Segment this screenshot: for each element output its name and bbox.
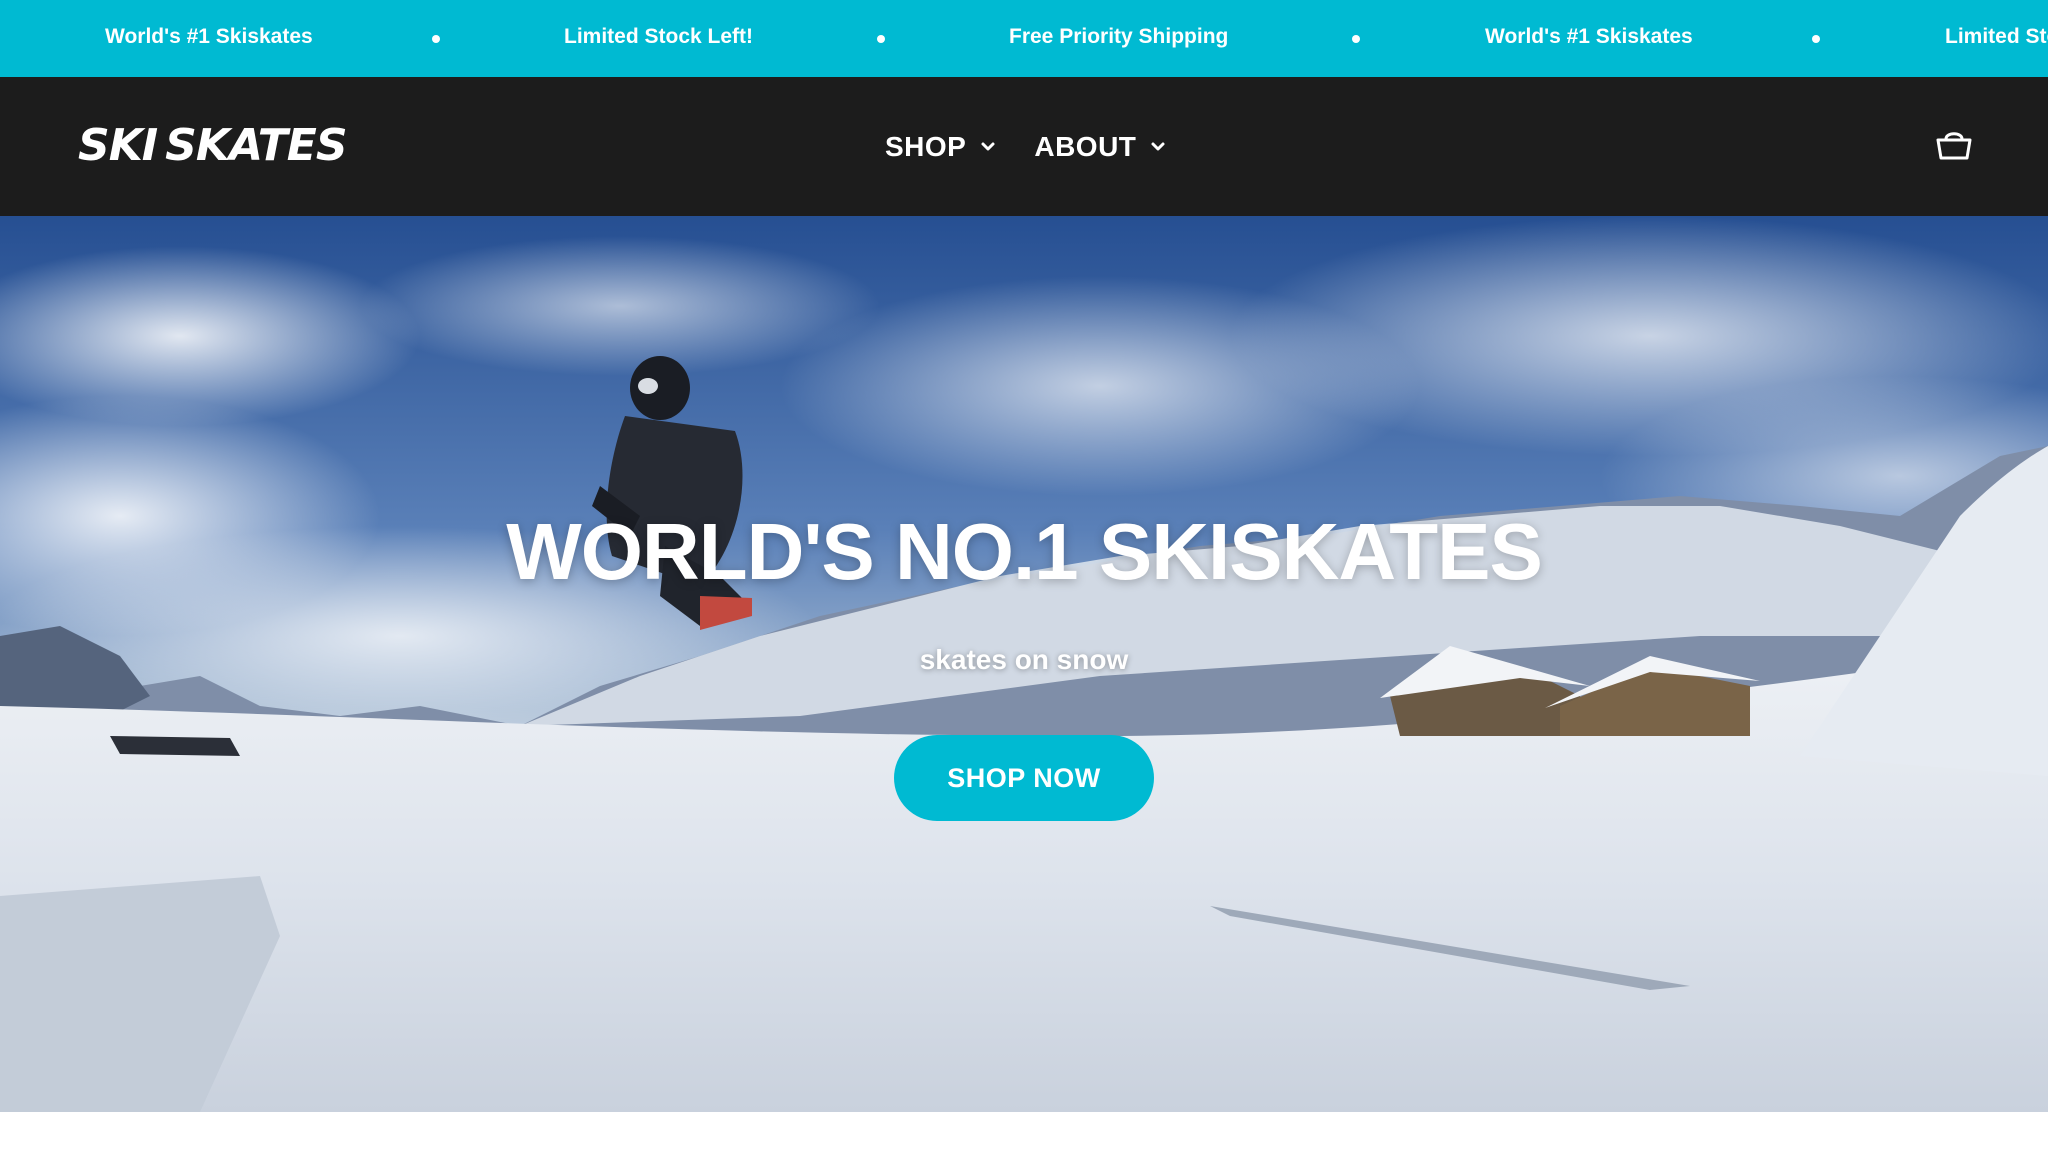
separator-dot-icon bbox=[1352, 35, 1360, 43]
logo-part-ski: SKI bbox=[78, 120, 158, 171]
announcement-item: Free Priority Shipping bbox=[1009, 25, 1229, 48]
hero-banner: WORLD'S NO.1 SKISKATES skates on snow SH… bbox=[0, 216, 2048, 1112]
nav-shop[interactable]: SHOP bbox=[885, 131, 996, 163]
chevron-down-icon bbox=[1151, 142, 1165, 151]
brand-logo[interactable]: SKI SKATES bbox=[78, 120, 348, 171]
chevron-down-icon bbox=[981, 142, 995, 151]
announcement-item: Limited Stock Left! bbox=[564, 25, 754, 48]
site-header: SKI SKATES SHOP ABOUT bbox=[0, 77, 2048, 216]
shop-now-button[interactable]: SHOP NOW bbox=[894, 735, 1154, 821]
hero-subtitle: skates on snow bbox=[919, 644, 1129, 675]
separator-dot-icon bbox=[877, 35, 885, 43]
basket-icon[interactable] bbox=[1934, 125, 1974, 165]
nav-shop-label: SHOP bbox=[885, 131, 967, 162]
main-nav: SHOP ABOUT bbox=[885, 127, 1166, 167]
separator-dot-icon bbox=[1812, 35, 1820, 43]
announcement-item: Limited Stock Left! bbox=[1945, 25, 2048, 48]
announcement-track: World's #1 Skiskates Limited Stock Left!… bbox=[0, 0, 2048, 77]
hero-title: WORLD'S NO.1 SKISKATES bbox=[506, 507, 1543, 596]
announcement-bar: World's #1 Skiskates Limited Stock Left!… bbox=[0, 0, 2048, 77]
nav-about-label: ABOUT bbox=[1034, 131, 1137, 162]
separator-dot-icon bbox=[432, 35, 440, 43]
logo-part-skates: SKATES bbox=[165, 120, 347, 171]
nav-about[interactable]: ABOUT bbox=[1034, 131, 1166, 163]
page-bottom-strip bbox=[0, 1112, 2048, 1152]
announcement-item: World's #1 Skiskates bbox=[105, 25, 313, 48]
announcement-item: World's #1 Skiskates bbox=[1485, 25, 1693, 48]
